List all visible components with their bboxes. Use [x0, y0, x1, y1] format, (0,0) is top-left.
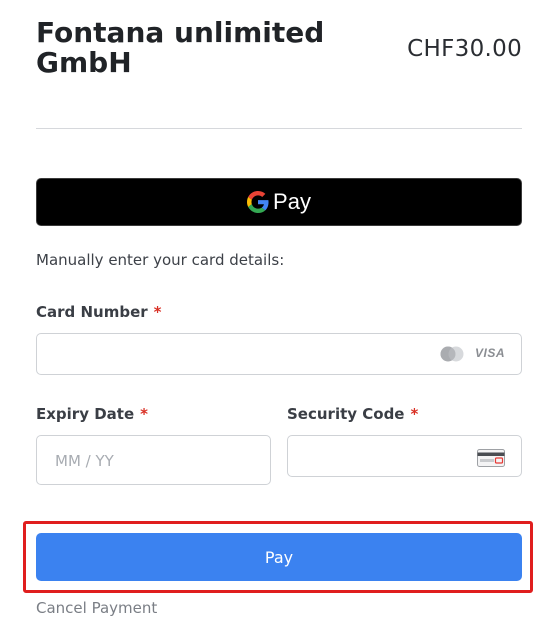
security-code-field[interactable]: [287, 435, 522, 478]
merchant-name: Fontana unlimited GmbH: [36, 16, 325, 79]
required-marker: *: [153, 303, 162, 321]
expiry-date-label: Expiry Date *: [36, 405, 148, 423]
header-divider: [36, 128, 522, 129]
expiry-date-label-text: Expiry Date: [36, 405, 135, 423]
visa-icon: VISA: [474, 346, 505, 360]
card-cvc-icon: [477, 449, 505, 467]
security-code-label-text: Security Code: [287, 405, 405, 423]
card-number-field[interactable]: VISA: [36, 333, 522, 376]
security-code-input[interactable]: [304, 436, 472, 478]
card-number-label-text: Card Number: [36, 303, 148, 321]
security-code-label: Security Code *: [287, 405, 418, 423]
google-pay-label: Pay: [273, 189, 311, 214]
required-marker: *: [410, 405, 419, 423]
required-marker: *: [140, 405, 148, 423]
google-pay-button[interactable]: Pay: [36, 178, 522, 226]
card-number-label: Card Number *: [36, 303, 162, 321]
pay-button[interactable]: Pay: [36, 533, 522, 581]
card-number-input[interactable]: [53, 334, 396, 376]
google-g-icon: [247, 191, 269, 213]
expiry-date-input[interactable]: [53, 436, 221, 486]
payment-amount: CHF30.00: [407, 36, 522, 62]
expiry-date-field[interactable]: [36, 435, 271, 486]
mastercard-icon: [440, 346, 464, 362]
cancel-payment-link[interactable]: Cancel Payment: [36, 599, 157, 617]
manual-entry-prompt: Manually enter your card details:: [36, 251, 285, 269]
